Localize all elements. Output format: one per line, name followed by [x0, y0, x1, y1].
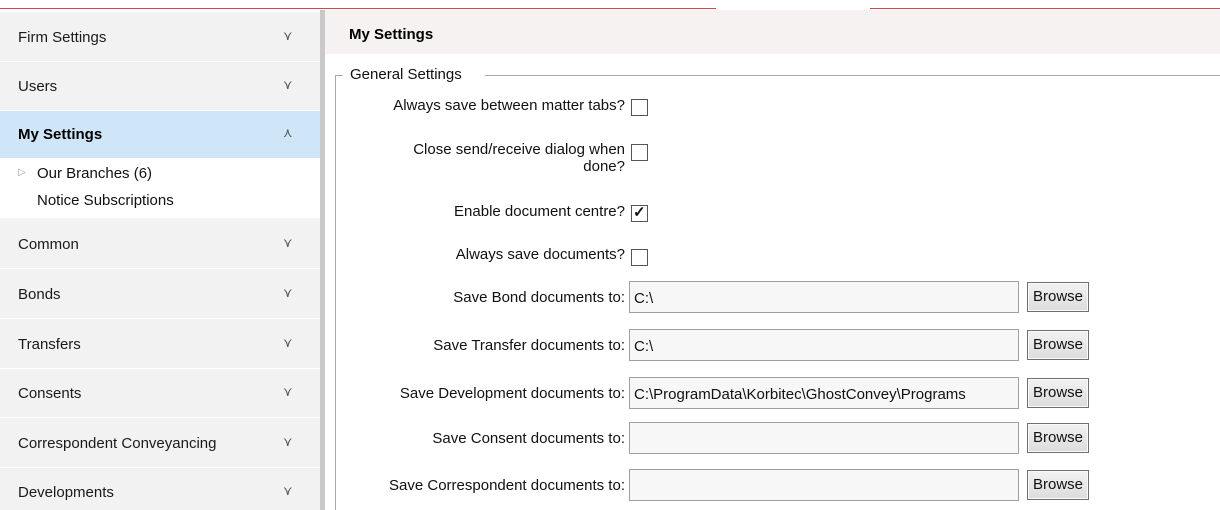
sidebar-section-users[interactable]: Users ⋎ [0, 63, 320, 111]
sidebar-section-firm-settings[interactable]: Firm Settings ⋎ [0, 14, 320, 62]
panel-title-bar: My Settings [325, 10, 1220, 54]
always-save-docs-checkbox[interactable] [631, 249, 648, 266]
close-dialog-label-line1: Close send/receive dialog when [413, 141, 625, 158]
double-chevron-up-icon: ⋏ [283, 125, 293, 140]
bond-browse-button[interactable]: Browse [1027, 282, 1089, 312]
transfer-path-field[interactable]: C:\ [629, 329, 1019, 361]
sidebar-section-label: Common [18, 236, 79, 253]
group-border [335, 75, 343, 76]
consent-path-field[interactable] [629, 422, 1019, 454]
settings-sidebar: Firm Settings ⋎ Users ⋎ My Settings ⋏ ▷ … [0, 12, 320, 510]
double-chevron-down-icon: ⋎ [283, 384, 293, 399]
settings-main-panel: My Settings General Settings Always save… [325, 10, 1220, 510]
double-chevron-down-icon: ⋎ [283, 235, 293, 250]
page-title: My Settings [349, 26, 434, 43]
top-accent-line [0, 8, 716, 9]
transfer-path-label: Save Transfer documents to: [433, 337, 625, 354]
always-save-tabs-label: Always save between matter tabs? [393, 97, 625, 114]
enable-doc-centre-checkbox[interactable]: ✓ [631, 204, 648, 222]
development-browse-button[interactable]: Browse [1027, 378, 1089, 408]
double-chevron-down-icon: ⋎ [283, 483, 293, 498]
sidebar-section-label: Consents [18, 385, 82, 402]
sidebar-section-developments[interactable]: Developments ⋎ [0, 469, 320, 510]
development-path-field[interactable]: C:\ProgramData\Korbitec\GhostConvey\Prog… [629, 377, 1019, 409]
sidebar-section-label: Users [18, 78, 58, 95]
correspondent-path-field[interactable] [629, 469, 1019, 501]
bond-path-label: Save Bond documents to: [453, 289, 625, 306]
sidebar-section-label: Transfers [18, 336, 81, 353]
bond-path-field[interactable]: C:\ [629, 281, 1019, 313]
double-chevron-down-icon: ⋎ [283, 28, 293, 43]
group-label-general-settings: General Settings [347, 66, 465, 83]
development-path-label: Save Development documents to: [399, 385, 625, 402]
sidebar-section-bonds[interactable]: Bonds ⋎ [0, 271, 320, 319]
sidebar-sub-list: ▷ Our Branches (6) Notice Subscriptions [0, 158, 320, 218]
sidebar-section-common[interactable]: Common ⋎ [0, 221, 320, 269]
consent-browse-button[interactable]: Browse [1027, 423, 1089, 453]
double-chevron-down-icon: ⋎ [283, 285, 293, 300]
close-dialog-label-line2: done? [583, 158, 625, 175]
always-save-docs-label: Always save documents? [455, 246, 625, 263]
enable-doc-centre-label: Enable document centre? [454, 203, 625, 220]
top-accent-line [870, 8, 1220, 9]
sidebar-section-consents[interactable]: Consents ⋎ [0, 370, 320, 418]
transfer-browse-button[interactable]: Browse [1027, 330, 1089, 360]
sidebar-section-my-settings[interactable]: My Settings ⋏ [0, 111, 320, 159]
double-chevron-down-icon: ⋎ [283, 77, 293, 92]
sidebar-section-transfers[interactable]: Transfers ⋎ [0, 321, 320, 369]
group-border [335, 75, 336, 510]
sidebar-section-correspondent-conveyancing[interactable]: Correspondent Conveyancing ⋎ [0, 420, 320, 468]
sidebar-section-label: Firm Settings [18, 29, 107, 46]
double-chevron-down-icon: ⋎ [283, 434, 293, 449]
correspondent-path-label: Save Correspondent documents to: [389, 477, 625, 494]
consent-path-label: Save Consent documents to: [432, 430, 625, 447]
expand-triangle-icon[interactable]: ▷ [18, 167, 26, 178]
correspondent-browse-button[interactable]: Browse [1027, 470, 1089, 500]
check-mark-icon: ✓ [633, 204, 646, 221]
close-dialog-checkbox[interactable] [631, 144, 648, 161]
sidebar-section-label: Correspondent Conveyancing [18, 435, 217, 452]
always-save-tabs-checkbox[interactable] [631, 99, 648, 116]
sidebar-item-our-branches[interactable]: Our Branches (6) [37, 165, 152, 182]
group-border [485, 75, 1220, 76]
sidebar-section-label: Bonds [18, 286, 61, 303]
sidebar-section-label: My Settings [18, 126, 103, 143]
sidebar-section-label: Developments [18, 484, 114, 501]
double-chevron-down-icon: ⋎ [283, 335, 293, 350]
sidebar-item-notice-subscriptions[interactable]: Notice Subscriptions [37, 192, 174, 209]
